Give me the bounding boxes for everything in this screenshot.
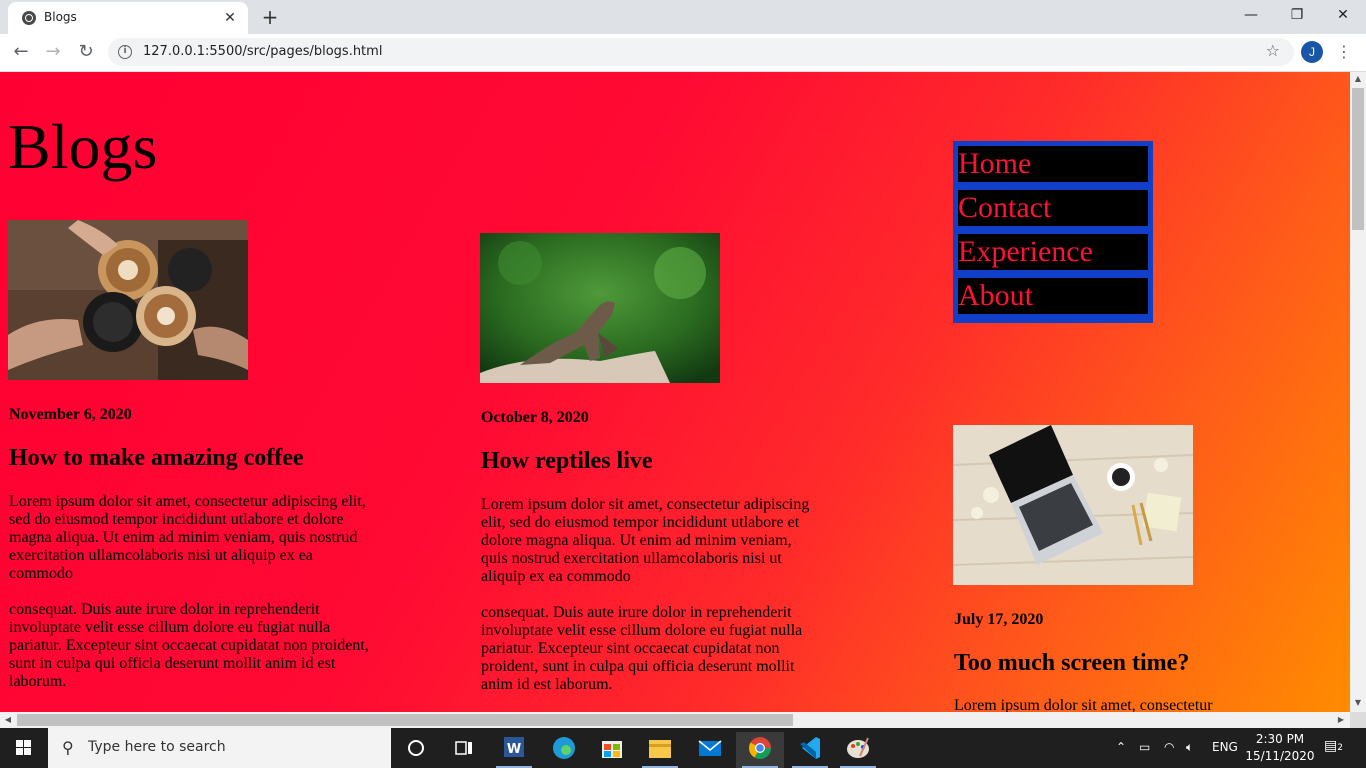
post-body: Lorem ipsum dolor sit amet, consectetur …	[481, 496, 821, 694]
coffee-cups-image	[8, 220, 248, 380]
post-date: October 8, 2020	[481, 409, 589, 426]
scroll-down-arrow-icon[interactable]: ▼	[1350, 696, 1366, 710]
system-clock[interactable]: 2:30 PM 15/11/2020	[1245, 731, 1315, 765]
windows-taskbar: ⚲ Type here to search W ⌃ ▭ ◠ 🔈︎ ENG 2:3…	[0, 728, 1366, 768]
site-nav: Home Contact Experience About	[953, 141, 1153, 323]
tab-strip: Blogs ✕ + — ❐ ✕	[0, 0, 1366, 34]
profile-avatar[interactable]: J	[1301, 41, 1323, 63]
mail-icon[interactable]	[686, 732, 734, 768]
search-icon: ⚲	[62, 738, 74, 757]
task-view-icon[interactable]	[440, 732, 488, 768]
vscode-icon[interactable]	[786, 732, 834, 768]
browser-toolbar: ← → ↻ i 127.0.0.1:5500/src/pages/blogs.h…	[0, 34, 1366, 72]
blog-post: November 6, 2020 How to make amazing cof…	[8, 220, 388, 690]
notification-center-icon[interactable]: ▤2	[1324, 738, 1343, 754]
forward-arrow-icon[interactable]: →	[40, 39, 66, 65]
tab-close-icon[interactable]: ✕	[220, 8, 240, 28]
post-title[interactable]: How reptiles live	[481, 448, 653, 475]
scroll-left-arrow-icon[interactable]: ◀	[1, 712, 15, 728]
post-body: Lorem ipsum dolor sit amet, consectetur	[954, 697, 1254, 712]
blog-post: October 8, 2020 How reptiles live Lorem …	[480, 233, 860, 693]
tab-title: Blogs	[44, 10, 77, 24]
post-paragraph: Lorem ipsum dolor sit amet, consectetur …	[481, 496, 810, 585]
url-text[interactable]: 127.0.0.1:5500/src/pages/blogs.html	[143, 44, 382, 59]
language-indicator[interactable]: ENG	[1212, 740, 1238, 754]
browser-tab[interactable]: Blogs ✕	[8, 2, 248, 34]
paint-icon[interactable]	[834, 732, 882, 768]
vertical-scrollbar[interactable]: ▲ ▼	[1350, 72, 1366, 712]
scroll-right-arrow-icon[interactable]: ▶	[1334, 712, 1348, 728]
page-viewport: Blogs November 6, 2020 How to make amazi…	[0, 72, 1350, 712]
nav-about-link[interactable]: About	[958, 278, 1148, 314]
back-arrow-icon[interactable]: ←	[8, 39, 34, 65]
new-tab-button[interactable]: +	[258, 5, 282, 29]
post-paragraph: consequat. Duis aute irure dolor in repr…	[481, 604, 803, 693]
nav-contact-link[interactable]: Contact	[958, 190, 1148, 226]
edge-browser-icon[interactable]	[540, 732, 588, 768]
word-app-icon[interactable]: W	[490, 732, 538, 768]
bookmark-star-icon[interactable]: ☆	[1266, 41, 1280, 60]
scrollbar-corner	[1350, 712, 1366, 728]
restore-button[interactable]: ❐	[1274, 0, 1320, 32]
info-icon[interactable]: i	[118, 45, 132, 59]
address-bar[interactable]: i 127.0.0.1:5500/src/pages/blogs.html ☆	[108, 38, 1294, 66]
clock-date: 15/11/2020	[1245, 749, 1315, 763]
reload-icon[interactable]: ↻	[73, 39, 99, 65]
svg-text:W: W	[507, 742, 521, 757]
horizontal-scrollbar[interactable]: ◀ ▶	[0, 712, 1350, 728]
post-date: July 17, 2020	[954, 611, 1044, 628]
volume-icon[interactable]: 🔈︎	[1186, 740, 1193, 755]
store-icon[interactable]	[588, 732, 636, 768]
post-title[interactable]: How to make amazing coffee	[9, 445, 304, 472]
start-button[interactable]	[0, 728, 48, 768]
post-paragraph: Lorem ipsum dolor sit amet, consectetur …	[9, 493, 366, 582]
minimize-button[interactable]: —	[1228, 0, 1274, 32]
laptop-desk-image	[953, 425, 1193, 585]
window-close-button[interactable]: ✕	[1320, 0, 1366, 32]
nav-home-link[interactable]: Home	[958, 146, 1148, 182]
horizontal-scroll-thumb[interactable]	[17, 714, 793, 726]
post-title[interactable]: Too much screen time?	[954, 650, 1189, 677]
page-title: Blogs	[8, 111, 158, 182]
lizard-image	[480, 233, 720, 383]
vertical-scroll-thumb[interactable]	[1352, 88, 1364, 230]
battery-icon[interactable]: ▭	[1139, 740, 1150, 754]
scroll-up-arrow-icon[interactable]: ▲	[1350, 72, 1366, 86]
notification-count: 2	[1337, 743, 1343, 753]
globe-icon	[22, 11, 36, 25]
more-menu-icon[interactable]: ⋮	[1334, 40, 1354, 64]
post-paragraph: Lorem ipsum dolor sit amet, consectetur	[954, 697, 1213, 712]
wifi-icon[interactable]: ◠	[1164, 740, 1174, 754]
chrome-app-icon[interactable]	[736, 732, 784, 768]
windows-logo-icon	[16, 740, 31, 755]
post-body: Lorem ipsum dolor sit amet, consectetur …	[9, 493, 369, 691]
post-date: November 6, 2020	[9, 406, 132, 423]
file-explorer-icon[interactable]	[636, 732, 684, 768]
post-paragraph: consequat. Duis aute irure dolor in repr…	[9, 601, 369, 690]
show-hidden-icons-chevron-icon[interactable]: ⌃	[1116, 740, 1126, 754]
taskbar-search[interactable]: ⚲ Type here to search	[48, 728, 391, 768]
blog-post: July 17, 2020 Too much screen time? Lore…	[953, 425, 1333, 712]
clock-time: 2:30 PM	[1255, 732, 1305, 746]
search-placeholder[interactable]: Type here to search	[88, 739, 226, 755]
cortana-icon[interactable]	[392, 732, 440, 768]
nav-experience-link[interactable]: Experience	[958, 234, 1148, 270]
